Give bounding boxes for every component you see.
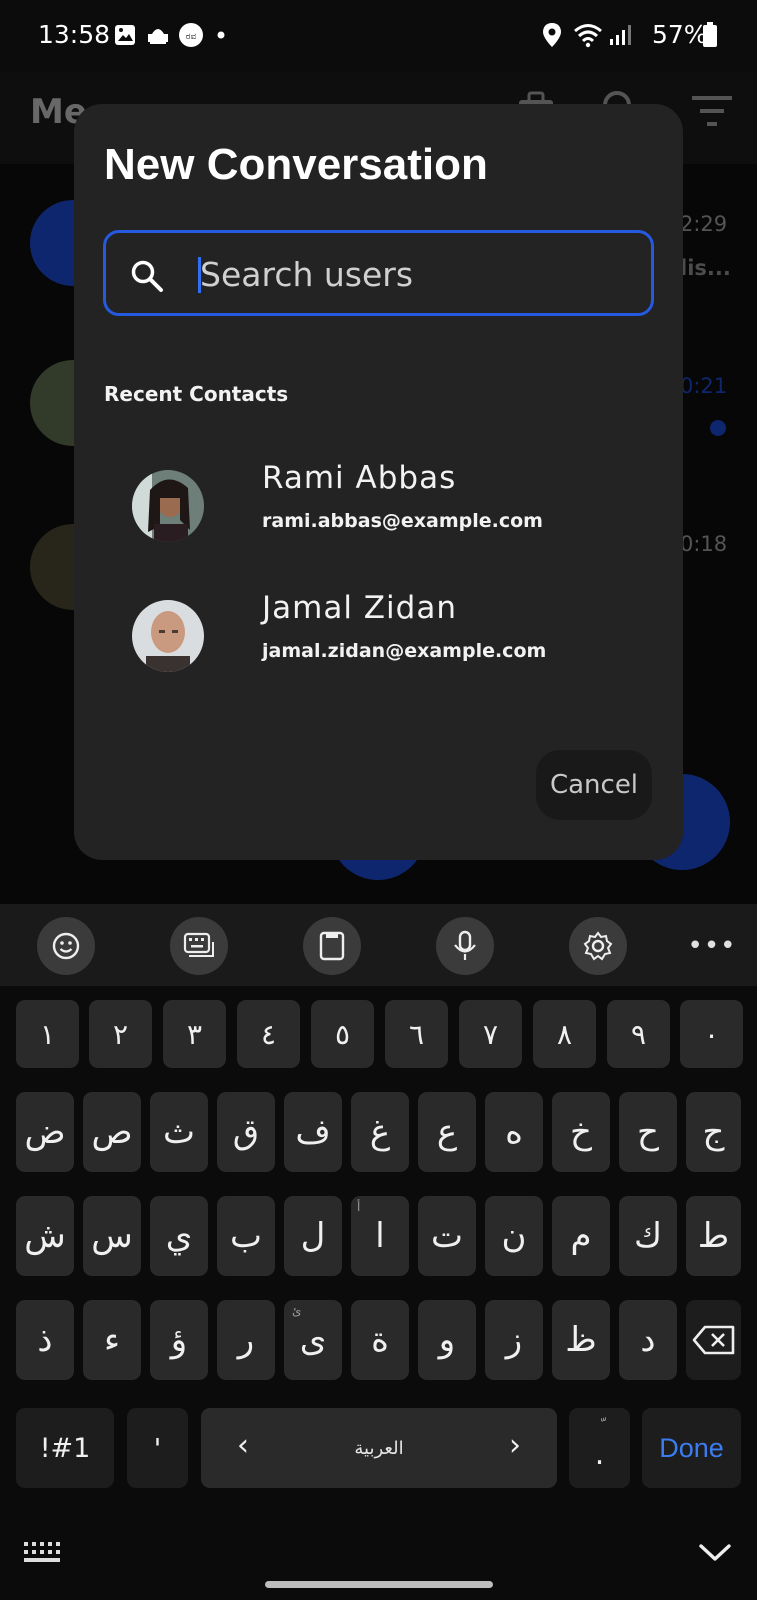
contact-email: rami.abbas@example.com	[262, 510, 543, 532]
key-0[interactable]: ٠	[680, 1000, 743, 1068]
notification-icon	[146, 22, 170, 48]
key-4[interactable]: ٤	[237, 1000, 300, 1068]
key-letter[interactable]: ف	[284, 1092, 342, 1172]
home-indicator[interactable]	[265, 1581, 493, 1588]
key-label: .	[594, 1436, 605, 1472]
key-1[interactable]: ١	[16, 1000, 79, 1068]
key-letter[interactable]: ث	[150, 1092, 208, 1172]
emoji-icon[interactable]	[37, 917, 95, 975]
key-letter[interactable]: ظ	[552, 1300, 610, 1380]
battery-icon	[702, 22, 718, 48]
key-letter[interactable]: ن	[485, 1196, 543, 1276]
key-label: ا	[375, 1216, 385, 1256]
svg-text:ರವ: ರವ	[186, 32, 197, 42]
more-icon[interactable]: •••	[688, 922, 736, 970]
search-box[interactable]	[103, 230, 654, 316]
battery-percent: 57%	[652, 20, 708, 49]
key-letter[interactable]: ز	[485, 1300, 543, 1380]
key-letter[interactable]: ي	[150, 1196, 208, 1276]
signal-icon	[608, 22, 632, 48]
contact-item[interactable]: Jamal Zidan jamal.zidan@example.com	[104, 590, 654, 690]
dot-icon	[216, 22, 226, 48]
contact-email: jamal.zidan@example.com	[262, 640, 547, 662]
key-hint: أ	[357, 1200, 361, 1214]
key-letter[interactable]: ح	[619, 1092, 677, 1172]
cursor-left-icon: ‹	[237, 1428, 249, 1463]
backspace-icon	[692, 1325, 734, 1355]
key-letter[interactable]: ع	[418, 1092, 476, 1172]
key-letter[interactable]: ء	[83, 1300, 141, 1380]
key-letter[interactable]: ة	[351, 1300, 409, 1380]
key-letter[interactable]: ذ	[16, 1300, 74, 1380]
key-letter[interactable]: ج	[686, 1092, 741, 1172]
key-letter[interactable]: ص	[83, 1092, 141, 1172]
image-icon	[114, 22, 136, 48]
contact-name: Rami Abbas	[262, 460, 457, 496]
key-letter[interactable]: ق	[217, 1092, 275, 1172]
search-icon	[130, 259, 164, 293]
done-key[interactable]: Done	[642, 1408, 741, 1488]
key-letter[interactable]: ك	[619, 1196, 677, 1276]
contact-item[interactable]: Rami Abbas rami.abbas@example.com	[104, 460, 654, 560]
key-letter[interactable]: ط	[686, 1196, 741, 1276]
contact-name: Jamal Zidan	[262, 590, 457, 626]
key-8[interactable]: ٨	[533, 1000, 596, 1068]
clipboard-icon[interactable]	[303, 917, 361, 975]
status-time: 13:58	[38, 20, 111, 49]
dialog-title: New Conversation	[104, 140, 488, 189]
mic-icon[interactable]	[436, 917, 494, 975]
key-letter[interactable]: أ ا	[351, 1196, 409, 1276]
key-5[interactable]: ٥	[311, 1000, 374, 1068]
wifi-icon	[573, 22, 603, 48]
key-letter[interactable]: ت	[418, 1196, 476, 1276]
space-key[interactable]: ‹ العربية ›	[201, 1408, 557, 1488]
key-6[interactable]: ٦	[385, 1000, 448, 1068]
key-letter[interactable]: ه	[485, 1092, 543, 1172]
key-letter[interactable]: خ	[552, 1092, 610, 1172]
cancel-button[interactable]: Cancel	[536, 750, 652, 820]
search-users-input[interactable]	[200, 249, 620, 299]
key-hint: ئ	[292, 1304, 302, 1318]
cursor-right-icon: ›	[509, 1428, 521, 1463]
key-letter[interactable]: ئ ى	[284, 1300, 342, 1380]
key-letter[interactable]: غ	[351, 1092, 409, 1172]
language-label: العربية	[354, 1437, 404, 1459]
key-letter[interactable]: ل	[284, 1196, 342, 1276]
key-letter[interactable]: ر	[217, 1300, 275, 1380]
contact-avatar	[132, 600, 204, 672]
keyboard-bottom-bar	[0, 1520, 757, 1600]
status-bar: 13:58 ರವ 57%	[0, 0, 757, 72]
key-2[interactable]: ٢	[89, 1000, 152, 1068]
key-letter[interactable]: ش	[16, 1196, 74, 1276]
key-letter[interactable]: و	[418, 1300, 476, 1380]
settings-icon[interactable]	[569, 917, 627, 975]
key-letter[interactable]: ض	[16, 1092, 74, 1172]
key-label: ى	[299, 1320, 327, 1360]
key-9[interactable]: ٩	[607, 1000, 670, 1068]
keyboard-switch-icon[interactable]	[22, 1540, 62, 1570]
recent-contacts-heading: Recent Contacts	[104, 382, 289, 406]
period-key[interactable]: ّ .	[569, 1408, 630, 1488]
key-7[interactable]: ٧	[459, 1000, 522, 1068]
key-3[interactable]: ٣	[163, 1000, 226, 1068]
key-hint: ّ	[569, 1416, 630, 1435]
key-letter[interactable]: د	[619, 1300, 677, 1380]
key-letter[interactable]: م	[552, 1196, 610, 1276]
keyboard-toolbar: •••	[0, 904, 757, 986]
hide-keyboard-icon[interactable]	[698, 1542, 732, 1568]
apostrophe-key[interactable]: '	[127, 1408, 188, 1488]
keyboard-icon[interactable]	[170, 917, 228, 975]
key-letter[interactable]: ؤ	[150, 1300, 208, 1380]
symbols-key[interactable]: !#1	[16, 1408, 114, 1488]
contact-avatar	[132, 470, 204, 542]
key-letter[interactable]: ب	[217, 1196, 275, 1276]
backspace-key[interactable]	[686, 1300, 741, 1380]
new-conversation-dialog: New Conversation Recent Contacts Rami Ab…	[74, 104, 683, 860]
app-icon: ರವ	[178, 22, 204, 48]
keyboard: ١ ٢ ٣ ٤ ٥ ٦ ٧ ٨ ٩ ٠ ض ص ث ق ف غ ع ه خ ح …	[0, 986, 757, 1600]
key-letter[interactable]: س	[83, 1196, 141, 1276]
location-icon	[541, 22, 563, 48]
